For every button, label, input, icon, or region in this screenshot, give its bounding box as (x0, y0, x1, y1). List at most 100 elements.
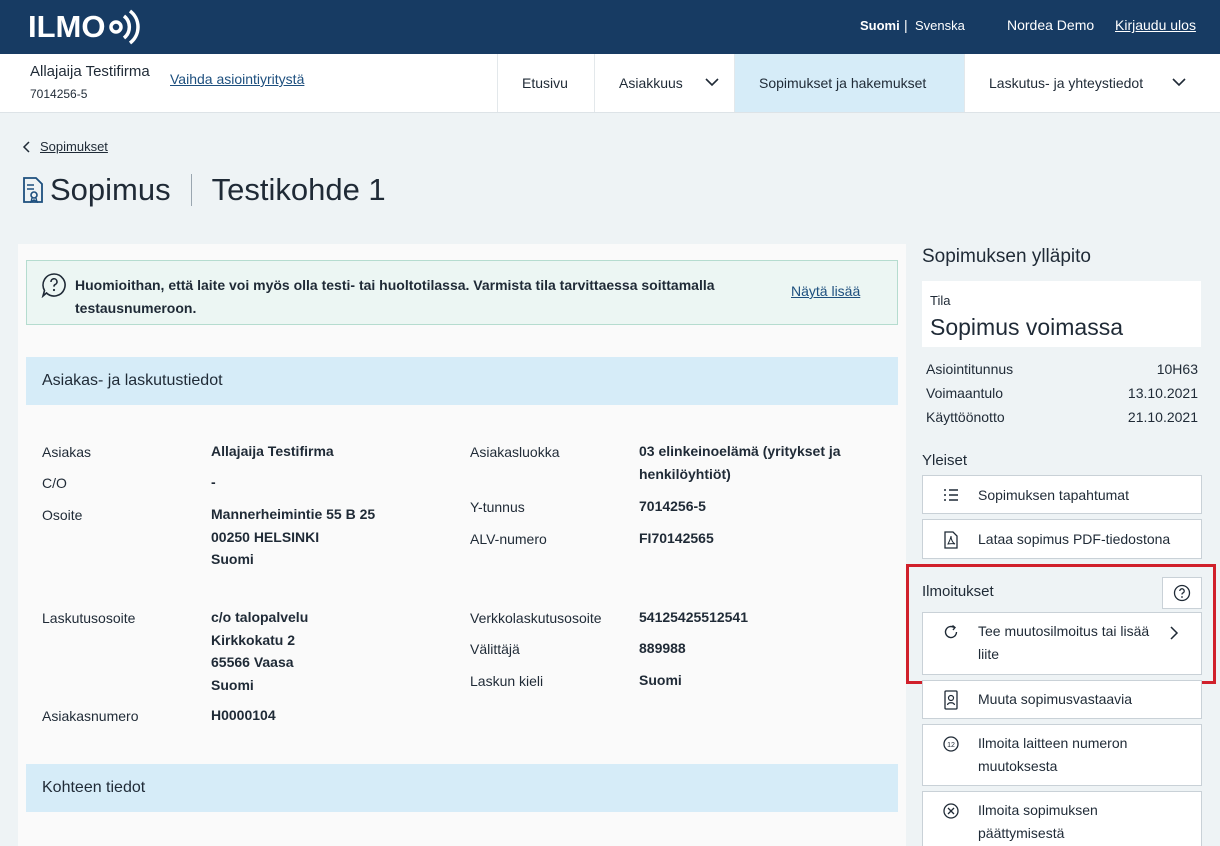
status-label: Tila (930, 293, 951, 308)
change-contacts-button[interactable]: Muuta sopimusvastaavia (922, 680, 1202, 719)
section-title-notices: Ilmoitukset (922, 583, 994, 600)
main-navigation: Allajaija Testifirma 7014256-5 Vaihda as… (0, 54, 1220, 113)
meta-value: 13.10.2021 (1127, 385, 1198, 401)
chevron-down-icon (705, 78, 719, 87)
value-line: Suomi (211, 676, 254, 693)
nav-item-etusivu[interactable]: Etusivu (497, 54, 594, 112)
number-icon: 12 (943, 736, 959, 752)
field-value-vat: FI70142565 (639, 527, 714, 550)
value-line: Allajaija Testifirma (211, 443, 334, 459)
status-value: Sopimus voimassa (930, 314, 1124, 340)
field-label: Asiakasnumero (42, 708, 139, 724)
value-line: Suomi (639, 672, 682, 688)
help-icon (1173, 584, 1191, 602)
show-more-link[interactable]: Näytä lisää (791, 283, 860, 299)
field-label: Verkkolaskutusosoite (470, 610, 602, 626)
info-notice: Huomioithan, että laite voi myös olla te… (26, 260, 898, 325)
change-notice-button[interactable]: Tee muutosilmoitus tai lisää liite (922, 612, 1202, 675)
value-line: 54125425512541 (639, 609, 749, 625)
field-label: Asiakasluokka (470, 444, 560, 460)
download-pdf-button[interactable]: Lataa sopimus PDF-tiedostona (922, 519, 1202, 559)
button-label: Ilmoita laitteen numeron muutoksesta (978, 735, 1128, 774)
nav-item-asiakkuus[interactable]: Asiakkuus (594, 54, 734, 112)
field-label: ALV-numero (470, 531, 547, 547)
field-value-einvoice: 54125425512541 (639, 606, 748, 629)
value-line: H0000104 (211, 707, 276, 723)
nav-item-laskutus[interactable]: Laskutus- ja yhteystiedot (964, 54, 1220, 112)
field-value-invoice-language: Suomi (639, 669, 682, 692)
value-line: c/o talopalvelu (211, 609, 309, 625)
value-line: Suomi (211, 551, 254, 567)
chevron-right-icon (1170, 626, 1179, 640)
help-button[interactable] (1162, 577, 1202, 609)
nav-item-label: Asiakkuus (619, 75, 683, 91)
value-line: 7014256-5 (639, 498, 706, 514)
section-title: Kohteen tiedot (42, 779, 146, 796)
button-label: Tee muutosilmoitus tai lisää liite (978, 623, 1150, 662)
question-bubble-icon (41, 273, 66, 298)
company-name: Allajaija Testifirma (30, 63, 150, 80)
meta-value: 10H63 (1156, 361, 1198, 377)
section-header-target: Kohteen tiedot (26, 764, 898, 812)
field-value-customer-number: H0000104 (211, 704, 276, 727)
value-line: 889988 (639, 640, 686, 656)
status-box: Tila Sopimus voimassa (922, 281, 1201, 347)
logout-link[interactable]: Kirjaudu ulos (1115, 17, 1196, 33)
meta-row: Voimaantulo 13.10.2021 (926, 385, 1198, 401)
section-title-general: Yleiset (922, 452, 968, 469)
field-label: C/O (42, 475, 67, 491)
contract-details-card: Huomioithan, että laite voi myös olla te… (18, 244, 906, 846)
button-label: Lataa sopimus PDF-tiedostona (978, 531, 1171, 547)
meta-row: Käyttöönotto 21.10.2021 (926, 409, 1198, 425)
field-label: Osoite (42, 507, 83, 523)
notice-text: Huomioithan, että laite voi myös olla te… (75, 277, 715, 316)
value-line: FI70142565 (639, 530, 714, 546)
device-number-change-button[interactable]: 12 Ilmoita laitteen numeron muutoksesta (922, 724, 1202, 786)
user-name: Nordea Demo (1007, 17, 1095, 33)
meta-value: 21.10.2021 (1127, 409, 1198, 425)
page-title: Sopimus Testikohde 1 (22, 172, 386, 208)
chevron-down-icon (1172, 78, 1186, 87)
field-label: Välittäjä (470, 641, 520, 657)
value-line: - (211, 474, 216, 490)
end-contract-button[interactable]: Ilmoita sopimuksen päättymisestä (922, 791, 1202, 846)
switch-company-link[interactable]: Vaihda asiointiyritystä (170, 71, 304, 87)
meta-row: Asiointitunnus 10H63 (926, 361, 1198, 377)
button-label: Muuta sopimusvastaavia (978, 691, 1133, 707)
company-id: 7014256-5 (30, 87, 88, 101)
nav-item-sopimukset[interactable]: Sopimukset ja hakemukset (734, 54, 964, 112)
field-value-co: - (211, 471, 216, 494)
page-title-subtitle: Testikohde 1 (211, 172, 386, 207)
nav-item-label: Sopimukset ja hakemukset (759, 75, 927, 91)
language-separator: | (904, 17, 908, 33)
nav-item-label: Etusivu (522, 75, 568, 91)
value-line: 00250 HELSINKI (211, 528, 320, 545)
field-label: Laskun kieli (470, 673, 544, 689)
logo-text: ILMO (28, 9, 106, 44)
value-line: henkilöyhtiöt) (639, 465, 731, 482)
field-value-address: Mannerheimintie 55 B 25 00250 HELSINKI S… (211, 503, 375, 571)
field-label: Laskutusosoite (42, 610, 136, 626)
value-line: 65566 Vaasa (211, 654, 294, 670)
field-value-business-id: 7014256-5 (639, 495, 706, 518)
language-suomi[interactable]: Suomi (860, 18, 900, 33)
field-value-operator: 889988 (639, 637, 686, 660)
meta-label: Käyttöönotto (926, 409, 1005, 425)
nav-item-label: Laskutus- ja yhteystiedot (989, 75, 1144, 91)
chevron-left-icon (22, 140, 30, 153)
value-line: Mannerheimintie 55 B 25 (211, 506, 376, 522)
value-line: 03 elinkeinoelämä (yritykset ja (639, 443, 841, 459)
close-circle-icon (943, 803, 959, 819)
button-label: Sopimuksen tapahtumat (978, 487, 1129, 503)
section-title: Asiakas- ja laskutustiedot (42, 372, 223, 389)
contract-events-button[interactable]: Sopimuksen tapahtumat (922, 475, 1202, 514)
ilmo-logo[interactable]: ILMO (28, 8, 140, 46)
language-svenska[interactable]: Svenska (915, 18, 965, 33)
breadcrumb-back[interactable]: Sopimukset (22, 139, 108, 154)
contact-card-icon (944, 690, 958, 710)
field-label: Asiakas (42, 444, 92, 460)
signal-icon (108, 9, 140, 45)
button-label: Ilmoita sopimuksen päättymisestä (978, 802, 1098, 841)
title-divider (190, 174, 192, 206)
meta-label: Asiointitunnus (926, 361, 1014, 377)
